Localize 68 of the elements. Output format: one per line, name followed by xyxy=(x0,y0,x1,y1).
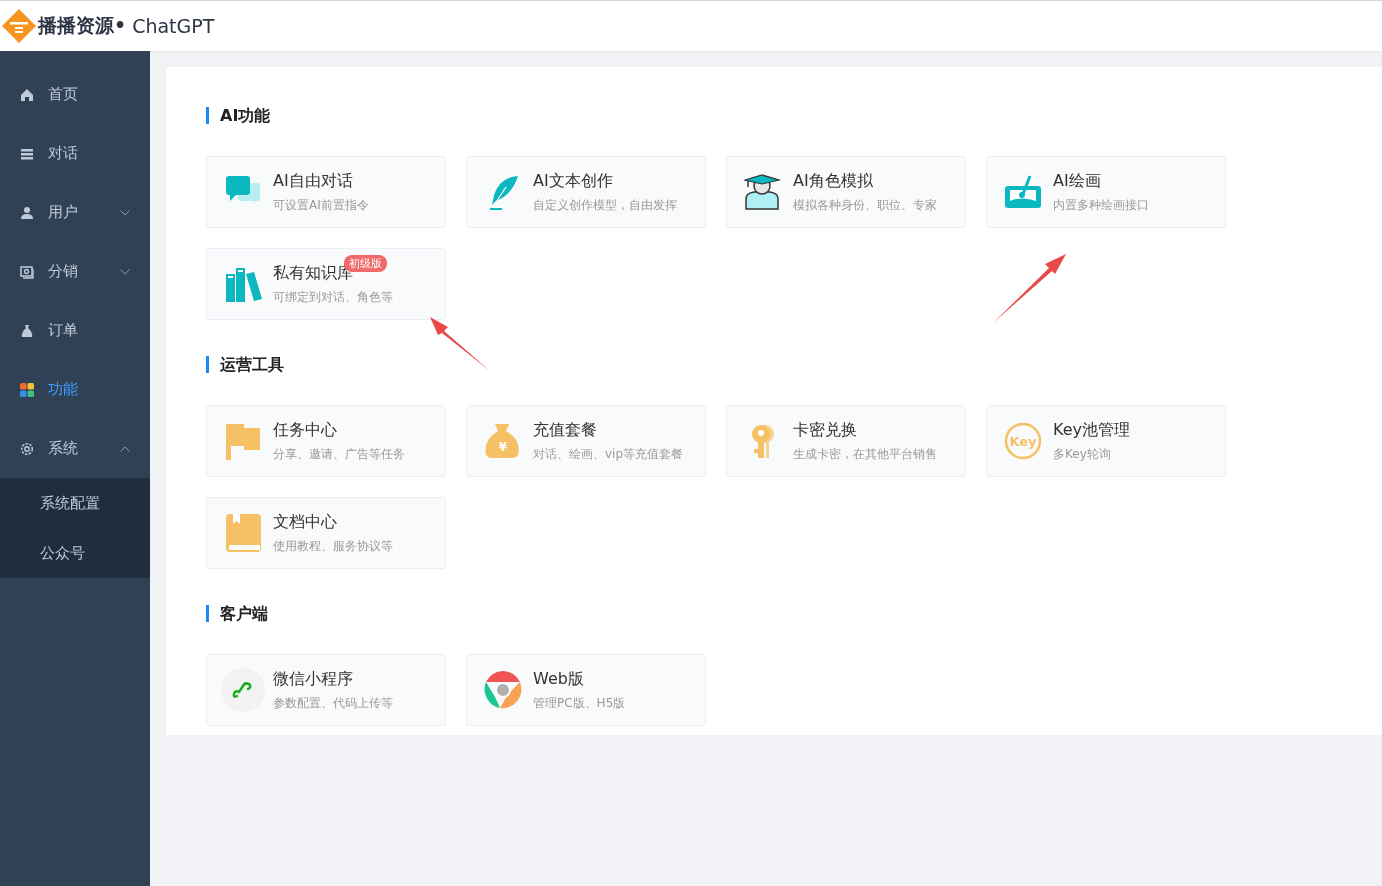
flag-icon xyxy=(224,422,262,460)
card-description: 可设置AI前置指令 xyxy=(273,196,369,214)
feature-card[interactable]: 卡密兑换 生成卡密，在其他平台销售 xyxy=(726,405,966,477)
wallet-icon xyxy=(20,264,34,279)
chevron-up-icon xyxy=(120,445,130,452)
money-bag-icon xyxy=(484,422,522,460)
feature-card[interactable]: AI文本创作 自定义创作模型，自由发挥 xyxy=(466,156,706,228)
chevron-down-icon xyxy=(120,268,130,275)
card-description: 参数配置、代码上传等 xyxy=(273,694,393,712)
card-description: 管理PC版、H5版 xyxy=(533,694,626,712)
books-icon xyxy=(224,265,262,303)
section-heading: AI功能 xyxy=(206,107,1382,124)
card-description: 使用教程、服务协议等 xyxy=(273,537,393,555)
feature-card[interactable]: ¥ 充值套餐 对话、绘画、vip等充值套餐 xyxy=(466,405,706,477)
card-title: Web版 xyxy=(533,668,584,688)
sidebar-item[interactable]: 用户 xyxy=(0,183,150,242)
sidebar-item[interactable]: 首页 xyxy=(0,65,150,124)
money-bag-icon xyxy=(20,323,34,338)
user-icon xyxy=(20,205,34,220)
browser-icon xyxy=(483,670,523,710)
link-icon xyxy=(221,668,265,712)
submenu-item[interactable]: 公众号 xyxy=(0,528,150,578)
card-description: 对话、绘画、vip等充值套餐 xyxy=(533,445,684,463)
card-title: 文档中心 xyxy=(273,511,337,531)
feature-card[interactable]: AI自由对话 可设置AI前置指令 xyxy=(206,156,446,228)
brand-name: 播播资源• xyxy=(38,13,127,38)
sidebar-item[interactable]: 功能 xyxy=(0,360,150,419)
feature-card[interactable]: AI绘画 内置多种绘画接口 xyxy=(986,156,1226,228)
card-title: AI文本创作 xyxy=(533,170,613,190)
sidebar-item[interactable]: 分销 xyxy=(0,242,150,301)
app-name: ChatGPT xyxy=(132,15,215,37)
feature-card[interactable]: Key Key池管理 多Key轮询 xyxy=(986,405,1226,477)
card-title: Key池管理 xyxy=(1053,419,1130,439)
card-description: 自定义创作模型，自由发挥 xyxy=(533,196,677,214)
card-description: 分享、邀请、广告等任务 xyxy=(273,445,405,463)
currency-symbol: ¥ xyxy=(498,440,508,454)
settings-icon xyxy=(20,441,34,456)
sidebar-item[interactable]: 订单 xyxy=(0,301,150,360)
grid-icon xyxy=(20,382,34,397)
feature-card[interactable]: 文档中心 使用教程、服务协议等 xyxy=(206,497,446,569)
sidebar-item[interactable]: 系统 xyxy=(0,419,150,478)
key-badge-icon xyxy=(1004,422,1042,460)
card-title: 充值套餐 xyxy=(533,419,597,439)
card-description: 生成卡密，在其他平台销售 xyxy=(793,445,937,463)
card-title: AI角色模拟 xyxy=(793,170,873,190)
key-label: Key xyxy=(1009,433,1037,449)
submenu-item[interactable]: 系统配置 xyxy=(0,478,150,528)
menu-icon xyxy=(20,146,34,161)
section-heading: 客户端 xyxy=(206,605,1382,622)
card-title: AI绘画 xyxy=(1053,170,1101,190)
book-icon xyxy=(223,512,263,554)
card-description: 可绑定到对话、角色等 xyxy=(273,288,393,306)
card-description: 模拟各种身份、职位、专家 xyxy=(793,196,937,214)
feature-card[interactable]: 任务中心 分享、邀请、广告等任务 xyxy=(206,405,446,477)
card-title: 微信小程序 xyxy=(273,668,353,688)
feature-card[interactable]: AI角色模拟 模拟各种身份、职位、专家 xyxy=(726,156,966,228)
card-title: 任务中心 xyxy=(273,419,337,439)
card-title: AI自由对话 xyxy=(273,170,353,190)
sidebar-item[interactable]: 对话 xyxy=(0,124,150,183)
card-title: 卡密兑换 xyxy=(793,419,857,439)
graduate-icon xyxy=(744,173,782,211)
chevron-down-icon xyxy=(120,209,130,216)
paint-brush-icon xyxy=(1003,174,1043,210)
card-description: 内置多种绘画接口 xyxy=(1053,196,1149,214)
feature-card[interactable]: 微信小程序 参数配置、代码上传等 xyxy=(206,654,446,726)
card-description: 多Key轮询 xyxy=(1053,445,1112,463)
feature-card[interactable]: Web版 管理PC版、H5版 xyxy=(466,654,706,726)
home-icon xyxy=(20,87,34,102)
